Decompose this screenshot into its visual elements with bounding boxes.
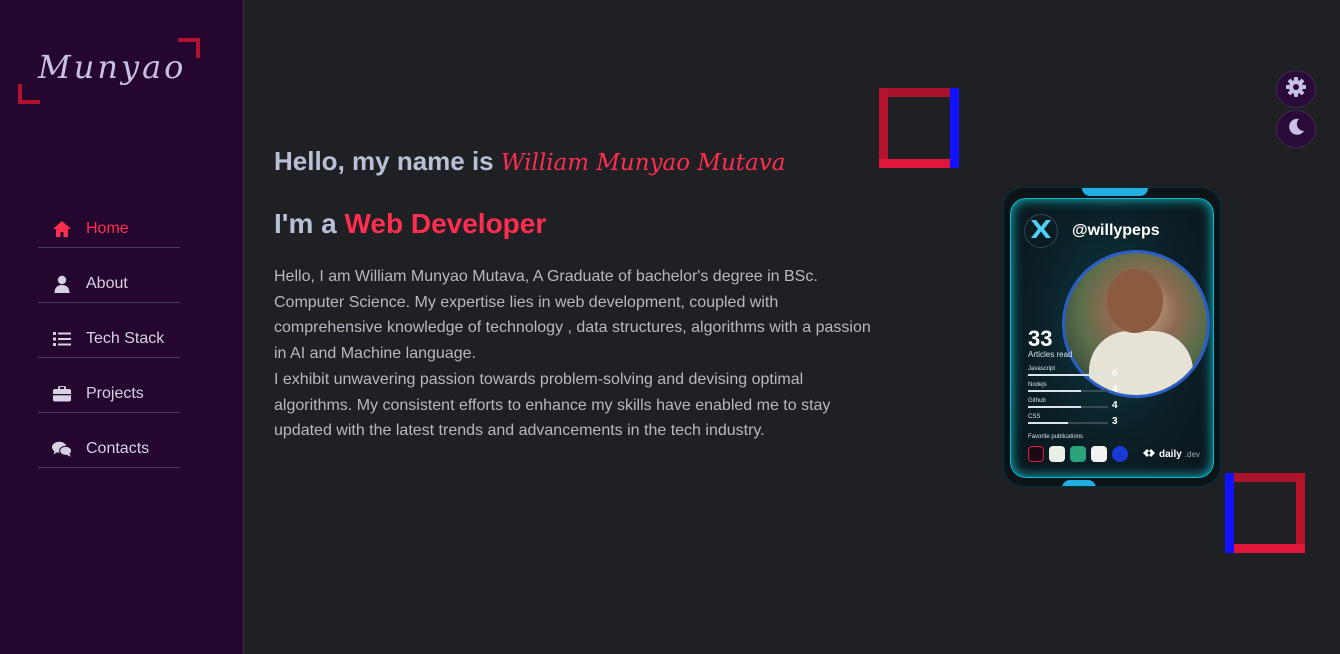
publication-icon	[1049, 446, 1065, 462]
sidebar: Munyao Home About Tech Stack Projects Co…	[0, 0, 244, 654]
stat-label: CSS	[1028, 414, 1041, 420]
settings-button[interactable]	[1276, 70, 1316, 108]
moon-icon	[1287, 118, 1305, 141]
logo-corner-bottom-left	[18, 84, 40, 104]
logo[interactable]: Munyao	[18, 38, 200, 104]
greeting-text: Hello, my name is	[274, 146, 494, 176]
dailydev-brand: daily .dev	[1142, 448, 1200, 461]
decor-square-bottom	[1225, 473, 1305, 553]
articles-count: 33	[1028, 326, 1053, 351]
favorites-label: Favorite publications	[1028, 434, 1084, 440]
role-prefix: I'm a	[274, 208, 337, 239]
greeting-heading: Hello, my name is William Munyao Mutava	[274, 146, 785, 177]
stat-value: 4	[1112, 400, 1118, 411]
brand-main: daily	[1159, 449, 1182, 460]
user-icon	[52, 274, 72, 294]
nav-item-label: Tech Stack	[86, 329, 165, 347]
stat-javascript: Javascript	[1028, 366, 1118, 376]
nav-item-label: Home	[86, 219, 129, 237]
stat-nodejs: Nodejs	[1028, 382, 1118, 392]
owner-name: William Munyao Mutava	[500, 150, 786, 176]
nav-item-contacts[interactable]: Contacts	[38, 430, 180, 468]
decor-square-top	[879, 88, 959, 168]
stat-label: Github	[1028, 398, 1046, 404]
nav-item-projects[interactable]: Projects	[38, 375, 180, 413]
role-heading: I'm a Web Developer	[274, 208, 546, 240]
role-title: Web Developer	[344, 208, 547, 239]
nav-item-label: About	[86, 274, 128, 292]
stat-value: 6	[1112, 368, 1118, 379]
nav-item-label: Projects	[86, 384, 144, 402]
main-nav: Home About Tech Stack Projects Contacts	[38, 210, 180, 485]
nav-item-tech-stack[interactable]: Tech Stack	[38, 320, 180, 358]
x-logo-icon	[1030, 219, 1052, 244]
brand-sub: .dev	[1184, 450, 1200, 459]
logo-text: Munyao	[38, 48, 187, 86]
publication-icon	[1070, 446, 1086, 462]
publication-icon	[1112, 446, 1128, 462]
nav-item-home[interactable]: Home	[38, 210, 180, 248]
chat-icon	[52, 439, 72, 459]
dailydev-logo-icon	[1142, 448, 1156, 461]
bio-paragraph-2: I exhibit unwavering passion towards pro…	[274, 370, 831, 440]
publication-icon	[1028, 446, 1044, 462]
devcard-handle: @willypeps	[1072, 222, 1160, 239]
favorite-publications	[1028, 446, 1128, 462]
bio-text: Hello, I am William Munyao Mutava, A Gra…	[274, 264, 874, 444]
publication-icon	[1091, 446, 1107, 462]
home-icon	[52, 219, 72, 239]
theme-toggle-button[interactable]	[1276, 110, 1316, 148]
stat-label: Javascript	[1028, 366, 1056, 372]
nav-item-about[interactable]: About	[38, 265, 180, 303]
nav-item-label: Contacts	[86, 439, 150, 457]
stat-github: Github	[1028, 398, 1118, 408]
devcard[interactable]: @willypeps 33 Articles read Javascript 6…	[1002, 186, 1222, 488]
articles-label: Articles read	[1028, 350, 1073, 359]
devcard-bottom-tab	[1062, 480, 1096, 486]
stat-value: 3	[1112, 416, 1118, 427]
list-icon	[52, 329, 72, 349]
bio-paragraph-1: Hello, I am William Munyao Mutava, A Gra…	[274, 268, 871, 363]
stat-label: Nodejs	[1028, 382, 1047, 388]
stat-value: 4	[1112, 384, 1118, 395]
gear-icon	[1286, 76, 1306, 102]
devcard-logo	[1024, 214, 1058, 248]
stat-css: CSS	[1028, 414, 1118, 424]
devcard-top-tab	[1082, 188, 1148, 196]
briefcase-icon	[52, 384, 72, 404]
